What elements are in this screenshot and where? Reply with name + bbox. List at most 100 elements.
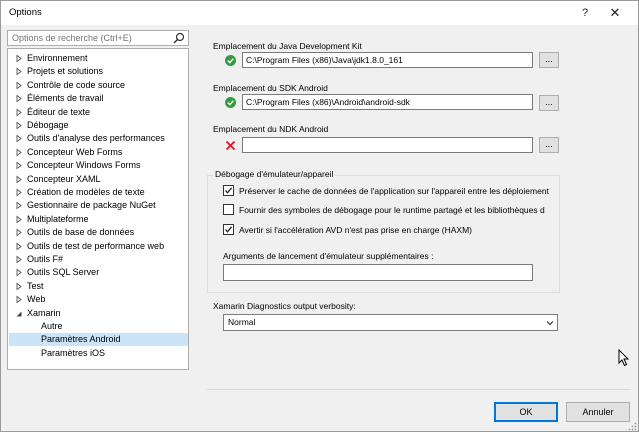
checkmark-icon [225,187,233,194]
collapsed-arrow-icon[interactable] [15,253,23,266]
tree-item-label: Gestionnaire de package NuGet [27,200,156,211]
tree-item[interactable]: Multiplateforme [9,213,188,226]
tree-item-label: Web [27,294,46,305]
checkbox[interactable] [223,185,234,196]
collapsed-arrow-icon[interactable] [15,280,23,293]
collapsed-arrow-icon[interactable] [15,132,23,145]
tree-item-label: Concepteur XAML [27,173,101,184]
cancel-button[interactable]: Annuler [566,402,630,422]
tree-item[interactable]: Outils de test de performance web [9,240,188,253]
tree-item[interactable]: Concepteur XAML [9,173,188,186]
tree-item-label: Paramètres iOS [41,347,106,358]
tree-item-label: Outils de test de performance web [27,240,165,251]
collapsed-arrow-icon[interactable] [15,186,23,199]
window-title: Options [9,7,42,18]
tree-item[interactable]: Xamarin [9,307,188,320]
tree-item[interactable]: Paramètres Android [9,333,188,347]
collapsed-arrow-icon[interactable] [15,159,23,172]
collapsed-arrow-icon[interactable] [15,240,23,253]
emulator-group-title: Débogage d'émulateur/appareil [213,169,336,179]
tree-item[interactable]: Contrôle de code source [9,79,188,92]
tree-item-label: Outils SQL Server [27,267,100,278]
android-sdk-path-field[interactable]: C:\Program Files (x86)\Android\android-s… [242,94,533,110]
tree-item[interactable]: Outils de base de données [9,226,188,239]
haxm-warning-checkbox[interactable]: Avertir si l'accélération AVD n'est pas … [223,224,559,236]
expanded-arrow-icon[interactable] [15,307,23,320]
check-circle-icon [225,55,236,66]
chevron-down-icon [546,321,554,326]
tree-item[interactable]: Concepteur Windows Forms [9,159,188,172]
tree-item[interactable]: Paramètres iOS [9,347,188,360]
diagnostics-verbosity-select[interactable]: Normal [223,314,558,331]
android-ndk-label: Emplacement du NDK Android [213,124,329,134]
tree-item[interactable]: Web [9,293,188,306]
android-ndk-browse-button[interactable]: ... [539,137,559,153]
tree-item[interactable]: Environnement [9,52,188,65]
tree-item-label: Concepteur Windows Forms [27,160,141,171]
tree-item-label: Éléments de travail [27,93,104,104]
tree-item[interactable]: Projets et solutions [9,65,188,78]
collapsed-arrow-icon[interactable] [15,173,23,186]
footer-separator [207,389,631,390]
collapsed-arrow-icon[interactable] [15,119,23,132]
checkbox[interactable] [223,224,234,235]
search-box[interactable] [7,30,189,46]
collapsed-arrow-icon[interactable] [15,293,23,306]
collapsed-arrow-icon[interactable] [15,146,23,159]
tree-item-label: Autre [41,321,63,331]
collapsed-arrow-icon[interactable] [15,92,23,105]
debug-symbols-checkbox[interactable]: Fournir des symboles de débogage pour le… [223,204,559,216]
checkbox[interactable] [223,204,234,215]
preserve-cache-checkbox[interactable]: Préserver le cache de données de l'appli… [223,185,559,197]
collapsed-arrow-icon[interactable] [15,226,23,239]
tree-item-label: Multiplateforme [27,213,89,224]
tree-item[interactable]: Gestionnaire de package NuGet [9,199,188,212]
tree-item[interactable]: Éditeur de texte [9,106,188,119]
collapsed-arrow-icon[interactable] [15,65,23,78]
collapsed-arrow-icon[interactable] [15,266,23,279]
collapsed-arrow-icon[interactable] [15,199,23,212]
tree-item[interactable]: Création de modèles de texte [9,186,188,199]
tree-item-label: Xamarin [27,307,61,318]
tree-item-label: Concepteur Web Forms [27,146,123,157]
java-sdk-label: Emplacement du Java Development Kit [213,41,362,51]
debug-symbols-label: Fournir des symboles de débogage pour le… [239,205,545,215]
android-ndk-path-field[interactable] [242,137,533,153]
tree-item[interactable]: Outils F# [9,253,188,266]
tree-item-label: Outils de base de données [27,227,135,238]
android-sdk-browse-button[interactable]: ... [539,95,559,111]
tree-item[interactable]: Autre [9,320,188,333]
help-button[interactable]: ? [573,3,597,23]
search-icon[interactable] [173,32,185,44]
checkmark-icon [225,226,233,233]
tree-item-label: Outils d'analyse des performances [27,133,165,144]
check-circle-icon [225,97,236,108]
ok-button[interactable]: OK [494,402,558,422]
java-sdk-browse-button[interactable]: ... [539,52,559,68]
tree-item[interactable]: Éléments de travail [9,92,188,105]
search-input[interactable] [8,31,168,45]
collapsed-arrow-icon[interactable] [15,79,23,92]
java-sdk-path-field[interactable]: C:\Program Files (x86)\Java\jdk1.8.0_161 [242,52,533,68]
tree-item[interactable]: Débogage [9,119,188,132]
title-bar: Options ? ✕ [1,1,638,25]
tree-item-label: Projets et solutions [27,66,104,77]
tree-item-label: Contrôle de code source [27,79,126,90]
emulator-args-input[interactable] [223,264,533,281]
emulator-args-label: Arguments de lancement d'émulateur suppl… [223,251,434,261]
resize-grip-icon[interactable] [627,421,637,431]
tree-item[interactable]: Test [9,280,188,293]
tree-item-label: Test [27,280,44,291]
android-sdk-label: Emplacement du SDK Android [213,83,328,93]
options-dialog: Options ? ✕ Environnement Projets et solu… [0,0,639,432]
tree-item-label: Outils F# [27,254,64,264]
tree-item-label: Environnement [27,53,88,63]
close-button[interactable]: ✕ [603,3,627,23]
tree-item[interactable]: Concepteur Web Forms [9,146,188,159]
tree-item[interactable]: Outils d'analyse des performances [9,132,188,145]
tree-item[interactable]: Outils SQL Server [9,266,188,279]
preserve-cache-label: Préserver le cache de données de l'appli… [239,186,549,196]
collapsed-arrow-icon[interactable] [15,213,23,226]
collapsed-arrow-icon[interactable] [15,52,23,65]
collapsed-arrow-icon[interactable] [15,106,23,119]
